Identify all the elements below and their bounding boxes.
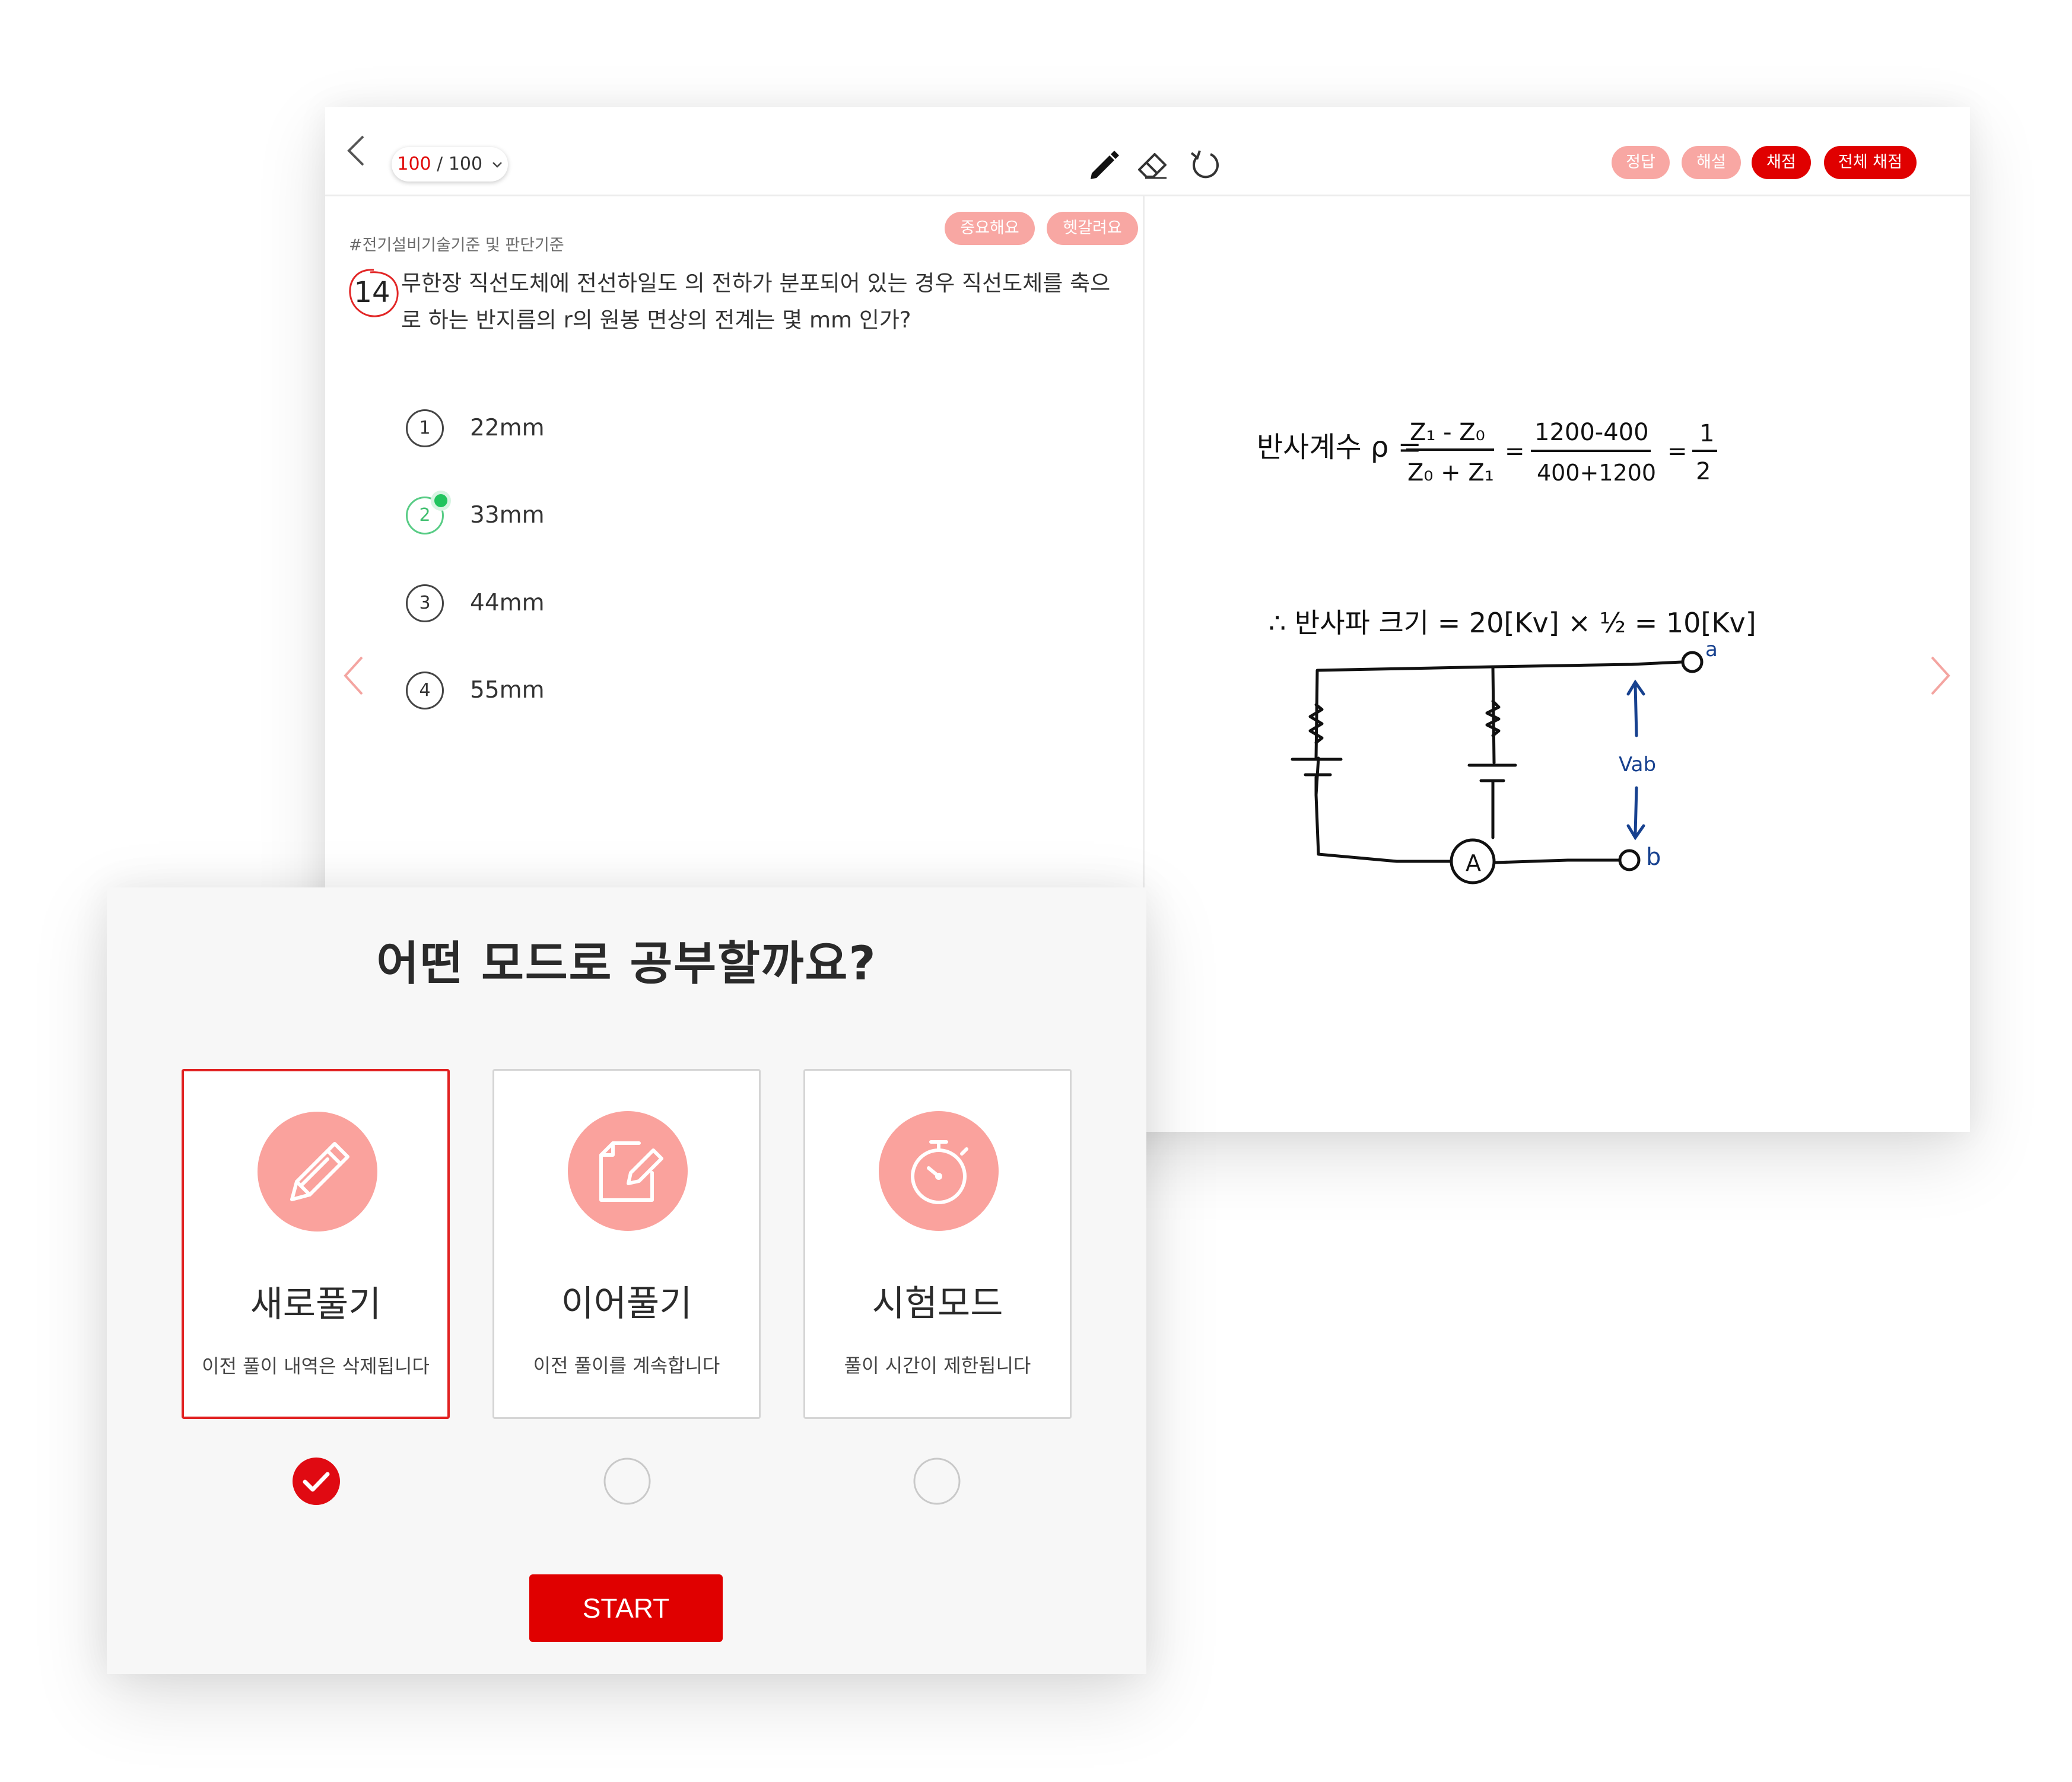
mode-radio-new[interactable] (292, 1457, 341, 1506)
eraser-icon (1138, 153, 1167, 179)
svg-text:=: = (1505, 438, 1525, 465)
choice-2[interactable]: 2 33mm (406, 491, 762, 540)
mode-description: 이전 풀이를 계속합니다 (533, 1354, 720, 1377)
handwritten-notes: 반사계수 ρ = Z₁ - Z₀ Z₀ + Z₁ = 1200-400 400+… (1257, 419, 1756, 884)
voltage-label: Vab (1619, 753, 1656, 777)
question-line-1: 무한장 직선도체에 전선하일도 의 전하가 분포되어 있는 경우 직선도체를 축… (401, 271, 1111, 296)
subject-tag: #전기설비기술기준 및 판단기준 (349, 236, 564, 254)
choice-1[interactable]: 1 22mm (406, 406, 762, 453)
note-result-den: 2 (1696, 458, 1711, 485)
choice-label: 55mm (470, 677, 545, 704)
choice-number: 3 (406, 584, 444, 622)
note-result-num: 1 (1699, 420, 1714, 447)
question-text: 무한장 직선도체에 전선하일도 의 전하가 분포되어 있는 경우 직선도체를 축… (401, 265, 1113, 339)
choice-3[interactable]: 3 44mm (406, 581, 762, 628)
eraser-tool-button[interactable] (1133, 144, 1172, 183)
mode-radio-exam[interactable] (913, 1457, 961, 1506)
question-line-2: 로 하는 반지름의 r의 원봉 면상의 전계는 몇 mm 인가? (401, 307, 911, 333)
note-frac1-num: Z₁ - Z₀ (1410, 419, 1485, 446)
next-question-button[interactable] (1922, 649, 1958, 702)
start-button[interactable]: START (529, 1574, 723, 1642)
pen-tool-button[interactable] (1083, 144, 1123, 183)
grade-button[interactable]: 채점 (1752, 146, 1811, 179)
explanation-button[interactable]: 해설 (1682, 146, 1741, 179)
page-current: 100 (397, 154, 431, 174)
stopwatch-icon (879, 1111, 999, 1231)
svg-text:=: = (1667, 438, 1688, 465)
edit-note-icon (568, 1111, 688, 1231)
mode-radio-continue[interactable] (603, 1457, 652, 1506)
selected-indicator (431, 491, 451, 511)
choice-label: 33mm (470, 502, 545, 529)
choice-label: 22mm (470, 415, 545, 441)
mode-name: 시험모드 (872, 1283, 1003, 1325)
mode-name: 새로풀기 (250, 1284, 382, 1325)
chevron-left-icon (344, 656, 363, 695)
choice-number: 4 (406, 672, 444, 709)
radio-empty-icon (603, 1458, 651, 1505)
mode-select-dialog: 어떤 모드로 공부할까요? 새로풀기 이전 풀이 내역은 삭제됩니다 이어풀기 … (107, 887, 1146, 1674)
choice-label: 44mm (470, 590, 545, 616)
mode-select-title: 어떤 모드로 공부할까요? (376, 937, 877, 991)
undo-icon (1190, 150, 1219, 179)
chevron-right-icon (1931, 656, 1950, 695)
back-button[interactable] (341, 133, 376, 168)
choice-number: 1 (406, 409, 444, 447)
pencil-icon (258, 1112, 377, 1232)
checkmark-circle-icon (293, 1458, 340, 1505)
handwriting-canvas[interactable]: 반사계수 ρ = Z₁ - Z₀ Z₀ + Z₁ = 1200-400 400+… (1257, 403, 1909, 1029)
chevron-left-icon (347, 135, 364, 166)
choice-4[interactable]: 4 55mm (406, 668, 762, 715)
note-eq2: ∴ 반사파 크기 = 20[Kv] × ½ = 10[Kv] (1269, 607, 1756, 639)
prev-question-button[interactable] (336, 649, 371, 702)
note-frac2-den: 400+1200 (1537, 460, 1656, 486)
mode-card-continue[interactable]: 이어풀기 이전 풀이를 계속합니다 (492, 1069, 761, 1419)
grade-all-button[interactable]: 전체 채점 (1824, 146, 1917, 179)
note-eq1-prefix: 반사계수 ρ = (1257, 431, 1422, 464)
page-selector[interactable]: 100 / 100 (392, 147, 508, 182)
mode-card-new[interactable]: 새로풀기 이전 풀이 내역은 삭제됩니다 (182, 1069, 450, 1419)
answer-button[interactable]: 정답 (1612, 146, 1670, 179)
page-total: / 100 (437, 154, 483, 174)
chevron-down-icon (492, 161, 502, 168)
terminal-b-label: b (1646, 844, 1661, 871)
mode-name: 이어풀기 (561, 1283, 692, 1325)
important-button[interactable]: 중요해요 (945, 212, 1035, 245)
mode-card-exam[interactable]: 시험모드 풀이 시간이 제한됩니다 (803, 1069, 1072, 1419)
undo-tool-button[interactable] (1184, 144, 1224, 183)
mode-description: 풀이 시간이 제한됩니다 (844, 1354, 1031, 1377)
note-frac1-den: Z₀ + Z₁ (1407, 459, 1494, 486)
radio-empty-icon (913, 1458, 961, 1505)
terminal-a-label: a (1705, 638, 1718, 661)
quiz-toolbar: 100 / 100 정답 해설 채점 전체 채점 (325, 107, 1970, 196)
note-frac2-num: 1200-400 (1534, 419, 1649, 446)
ammeter-label: A (1466, 850, 1481, 876)
pen-icon (1091, 151, 1119, 179)
question-number: 14 (347, 266, 399, 317)
confusing-button[interactable]: 헷갈려요 (1047, 212, 1138, 245)
mode-description: 이전 풀이 내역은 삭제됩니다 (202, 1355, 430, 1377)
